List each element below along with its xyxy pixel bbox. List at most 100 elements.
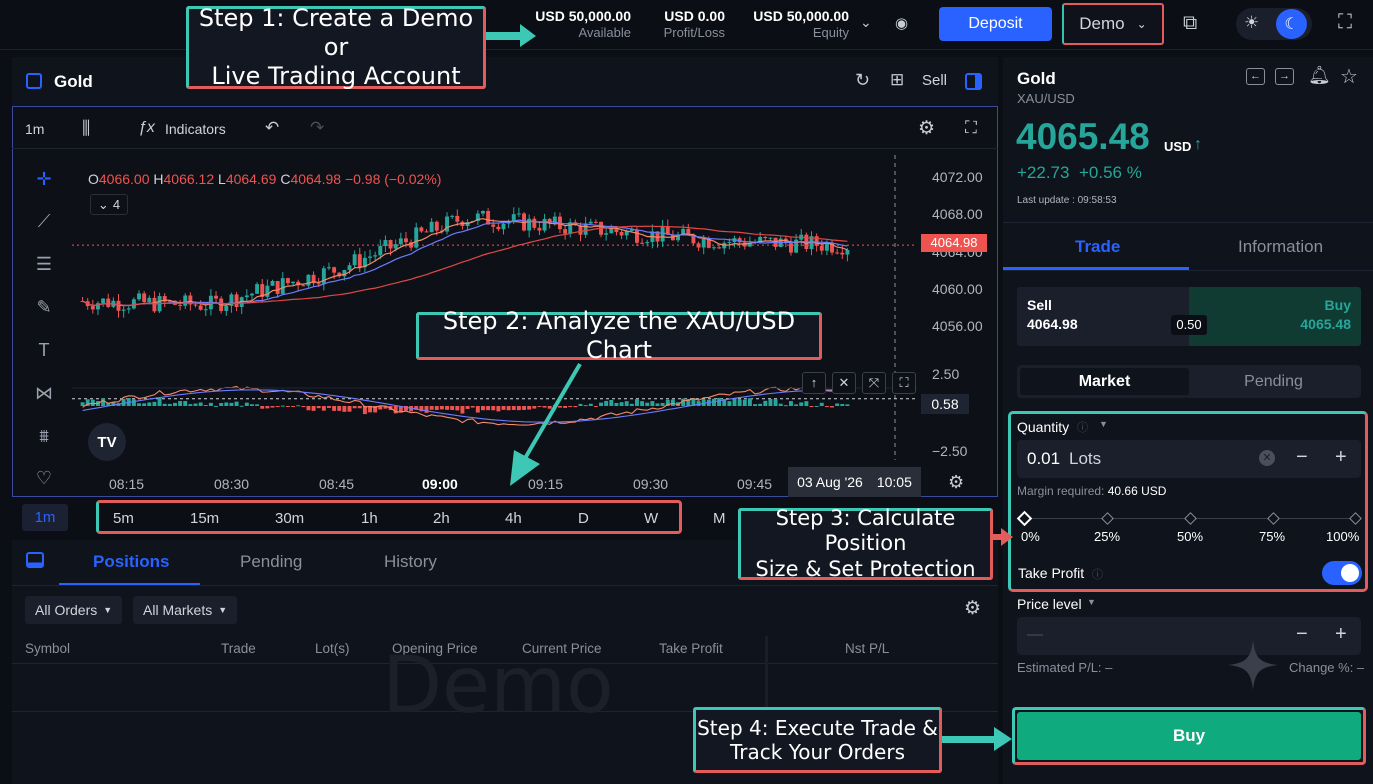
indicators-button[interactable]: Indicators	[165, 121, 226, 137]
candle-body	[393, 244, 398, 249]
arrow-right-icon[interactable]: →	[1275, 68, 1294, 85]
candle-body	[357, 254, 362, 268]
theme-toggle[interactable]: ☀ ☾	[1236, 8, 1312, 40]
tab-pending[interactable]: Pending	[240, 552, 302, 572]
timeframe-4h[interactable]: 4h	[505, 510, 522, 527]
panel-icon[interactable]	[26, 73, 42, 89]
undo-icon[interactable]: ↶	[265, 118, 279, 138]
info-icon[interactable]: ⓘ	[1077, 419, 1088, 435]
text-icon[interactable]: T	[30, 336, 58, 364]
step-3-line-1: Step 3: Calculate Position	[775, 506, 956, 556]
star-icon[interactable]: ☆	[1340, 64, 1358, 89]
price-level-label: Price level	[1017, 596, 1082, 612]
timeframe-30m[interactable]: 30m	[275, 510, 304, 527]
tab-history[interactable]: History	[384, 552, 437, 572]
fullscreen-icon[interactable]: ⛶	[1338, 11, 1352, 34]
column-header: Nst P/L	[845, 641, 890, 656]
macd-histogram-bar	[203, 405, 208, 407]
eye-icon[interactable]: ◉	[895, 14, 908, 32]
tab-information[interactable]: Information	[1238, 237, 1323, 257]
tab-positions[interactable]: Positions	[93, 552, 170, 572]
timeframe-2h[interactable]: 2h	[433, 510, 450, 527]
timeframe-15m[interactable]: 15m	[190, 510, 219, 527]
all-orders-filter[interactable]: All Orders ▼	[25, 596, 123, 624]
devices-icon[interactable]: ⧉	[1183, 12, 1197, 35]
move-up-icon[interactable]: ↑	[802, 372, 826, 394]
settings-icon[interactable]: ⚙	[964, 597, 981, 620]
macd-histogram-bar	[157, 397, 162, 406]
plus-icon[interactable]: +	[1335, 623, 1347, 646]
deposit-button[interactable]: Deposit	[939, 7, 1052, 41]
chevron-down-icon[interactable]: ⌄	[860, 14, 872, 31]
brush-icon[interactable]: ✎	[30, 293, 58, 321]
candle-body	[126, 308, 131, 310]
plus-icon[interactable]: +	[1335, 446, 1347, 469]
timeframe-d[interactable]: D	[578, 510, 589, 527]
pl-label: Profit/Loss	[663, 25, 725, 40]
caret-down-icon[interactable]: ▼	[1099, 419, 1108, 429]
close-icon[interactable]: ✕	[832, 372, 856, 394]
settings-icon[interactable]: ⚙	[948, 472, 964, 493]
macd-histogram-bar	[763, 400, 768, 406]
bell-icon[interactable]: 🔔︎	[1308, 65, 1331, 86]
macd-histogram-bar	[234, 401, 239, 406]
function-icon[interactable]: ƒx	[138, 119, 155, 137]
redo-icon[interactable]: ↷	[310, 118, 324, 138]
pattern-icon[interactable]: ⋈	[30, 379, 58, 407]
timeframe-5m[interactable]: 5m	[113, 510, 134, 527]
refresh-icon[interactable]: ↻	[855, 70, 870, 91]
macd-histogram-bar	[737, 399, 742, 406]
price-chart[interactable]	[72, 150, 922, 460]
minus-icon[interactable]: −	[1296, 446, 1308, 469]
macd-histogram-bar	[824, 406, 829, 408]
account-mode-select[interactable]: Demo ⌄	[1062, 3, 1164, 45]
grid-icon[interactable]: ⊞	[890, 70, 904, 90]
timeframe-1h[interactable]: 1h	[361, 510, 378, 527]
timeframe-m[interactable]: M	[713, 510, 726, 527]
all-markets-filter[interactable]: All Markets ▼	[133, 596, 238, 624]
candle-body	[619, 231, 624, 236]
take-profit-toggle[interactable]	[1322, 561, 1362, 585]
candle-body	[352, 254, 357, 266]
settings-icon[interactable]: ⚙	[918, 117, 935, 140]
macd-tick: −2.50	[932, 443, 968, 459]
chart-sell-label[interactable]: Sell	[922, 72, 947, 89]
measure-icon[interactable]: ⩩	[30, 422, 58, 450]
macd-histogram-bar	[830, 406, 834, 408]
fib-icon[interactable]: ☰	[30, 250, 58, 278]
info-icon[interactable]: ⓘ	[1092, 566, 1103, 582]
expand-icon[interactable]: ⛶	[965, 118, 977, 138]
pl-value: USD 0.00	[664, 8, 725, 24]
order-type-pending[interactable]: Pending	[1189, 368, 1358, 395]
crosshair-icon[interactable]: ✛	[30, 165, 58, 193]
timeframe-w[interactable]: W	[644, 510, 658, 527]
macd-histogram-bar	[660, 402, 665, 406]
collapse-icon[interactable]: ⤧	[862, 372, 886, 394]
buy-quote-button[interactable]: Buy 4065.48	[1189, 287, 1361, 346]
price-tick: 4072.00	[932, 169, 983, 185]
candle-body	[285, 278, 290, 284]
column-resizer[interactable]	[765, 636, 768, 716]
panel-bottom-icon[interactable]	[26, 552, 44, 568]
trendline-icon[interactable]: ⟋	[30, 207, 58, 235]
macd-histogram-bar	[640, 401, 645, 406]
panel-right-icon[interactable]	[965, 73, 982, 90]
caret-down-icon[interactable]: ▼	[1087, 597, 1096, 607]
column-header: Take Profit	[659, 641, 723, 656]
order-type-market[interactable]: Market	[1020, 368, 1189, 395]
interval-button[interactable]: 1m	[25, 121, 44, 137]
buy-button[interactable]: Buy	[1017, 712, 1361, 760]
macd-histogram-bar	[840, 403, 845, 406]
quantity-input[interactable]: 0.01 Lots ✕ − +	[1017, 440, 1361, 478]
maximize-icon[interactable]: ⛶	[892, 372, 916, 394]
macd-histogram-bar	[260, 406, 265, 409]
candles-icon[interactable]: ⫼	[82, 118, 90, 139]
clear-icon[interactable]: ✕	[1259, 450, 1275, 466]
sell-quote-button[interactable]: Sell 4064.98	[1017, 287, 1189, 346]
arrow-left-icon[interactable]: ←	[1246, 68, 1265, 85]
price-level-input[interactable]: — − +	[1017, 617, 1361, 655]
tab-trade[interactable]: Trade	[1075, 237, 1120, 257]
heart-icon[interactable]: ♡	[30, 464, 58, 492]
minus-icon[interactable]: −	[1296, 623, 1308, 646]
timeframe-1m[interactable]: 1m	[22, 504, 68, 531]
